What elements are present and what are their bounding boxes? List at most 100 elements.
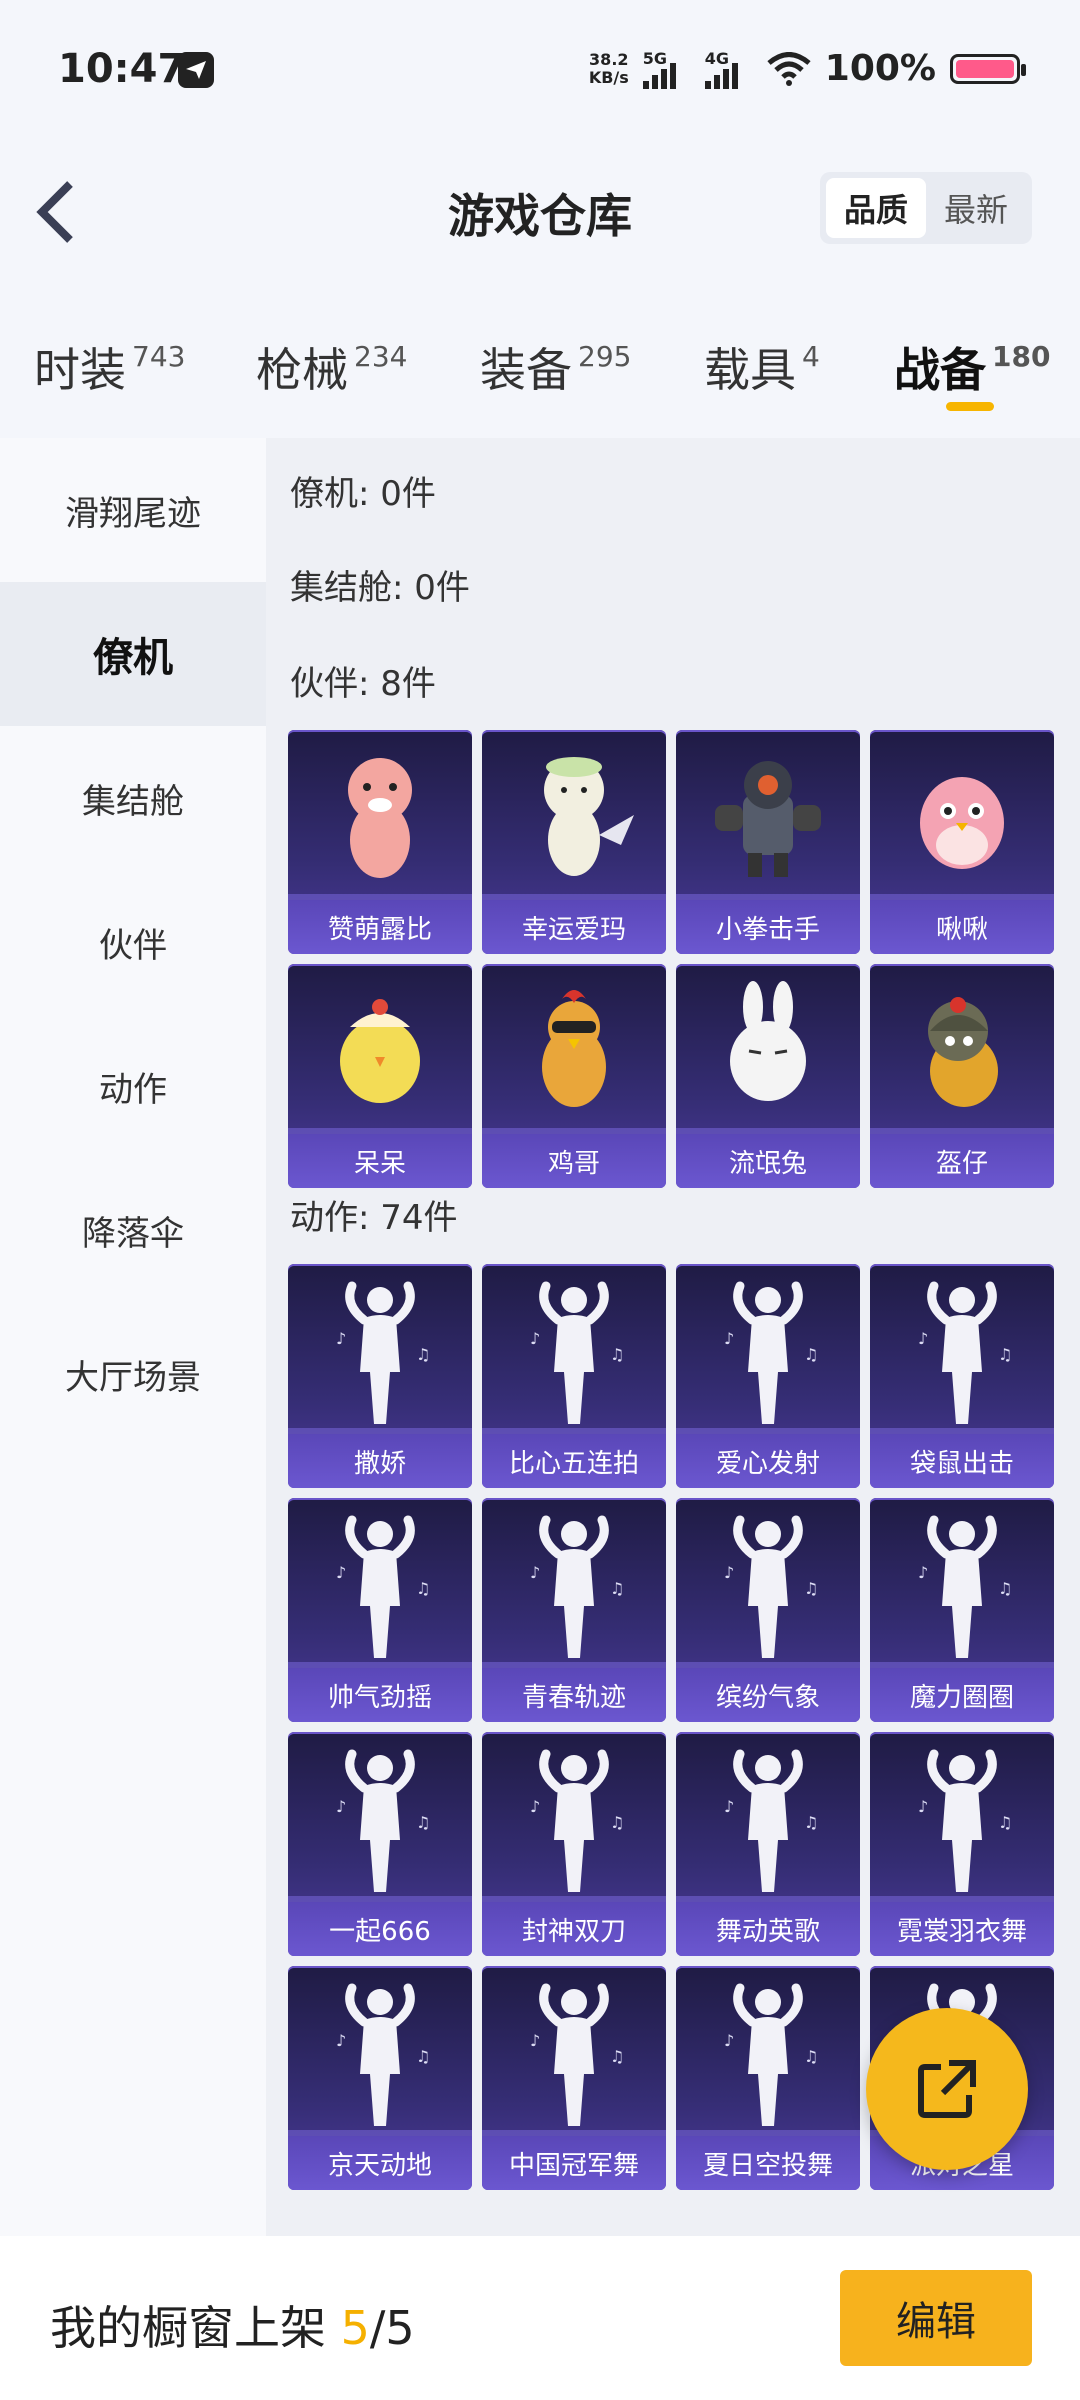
- share-button[interactable]: [866, 2008, 1028, 2170]
- sidebar-item-glide-trail[interactable]: 滑翔尾迹: [0, 438, 266, 582]
- item-card[interactable]: ♪ ♫ 爱心发射: [676, 1264, 860, 1488]
- item-card[interactable]: 盔仔: [870, 964, 1054, 1188]
- sort-toggle: 品质 最新: [820, 172, 1032, 244]
- tab-equipment[interactable]: 装备 295: [480, 334, 631, 400]
- svg-text:♪: ♪: [724, 1563, 734, 1582]
- item-card[interactable]: ♪ ♫ 撒娇: [288, 1264, 472, 1488]
- item-card[interactable]: ♪ ♫ 比心五连拍: [482, 1264, 666, 1488]
- item-card[interactable]: ♪ ♫ 京天动地: [288, 1966, 472, 2190]
- dance-pose-icon: ♪♫: [288, 1264, 472, 1434]
- svg-text:♫: ♫: [416, 1579, 430, 1598]
- svg-text:♪: ♪: [724, 1329, 734, 1348]
- svg-text:♪: ♪: [336, 1797, 346, 1816]
- signal-4g-icon: 4G: [704, 49, 753, 89]
- partner-figure-icon: [676, 964, 860, 1134]
- svg-text:♫: ♫: [610, 1345, 624, 1364]
- svg-text:♪: ♪: [918, 1563, 928, 1582]
- category-tabs: 时装 743 枪械 234 装备 295 载具 4 战备 180: [0, 320, 1080, 430]
- item-name: 封神双刀: [482, 1902, 666, 1956]
- item-card[interactable]: 幸运爱玛: [482, 730, 666, 954]
- svg-text:♪: ♪: [336, 1563, 346, 1582]
- signal-5g-icon: 5G: [642, 49, 691, 89]
- sidebar-item-action[interactable]: 动作: [0, 1014, 266, 1158]
- dance-pose-icon: ♪♫: [676, 1498, 860, 1668]
- svg-text:♪: ♪: [724, 1797, 734, 1816]
- dance-pose-icon: ♪♫: [870, 1498, 1054, 1668]
- item-name: 魔力圈圈: [870, 1668, 1054, 1722]
- partner-figure-icon: [482, 964, 666, 1134]
- item-name: 流氓兔: [676, 1134, 860, 1188]
- edit-button[interactable]: 编辑: [840, 2270, 1032, 2366]
- item-card[interactable]: 流氓兔: [676, 964, 860, 1188]
- tab-fashion[interactable]: 时装 743: [34, 334, 185, 400]
- item-name: 夏日空投舞: [676, 2136, 860, 2190]
- sort-quality[interactable]: 品质: [826, 178, 926, 238]
- send-icon: [178, 52, 214, 88]
- item-card[interactable]: 赞萌露比: [288, 730, 472, 954]
- item-card[interactable]: ♪ ♫ 一起666: [288, 1732, 472, 1956]
- item-name: 中国冠军舞: [482, 2136, 666, 2190]
- item-name: 撒娇: [288, 1434, 472, 1488]
- network-speed: 38.2 KB/s: [588, 49, 629, 87]
- sidebar-item-partner[interactable]: 伙伴: [0, 870, 266, 1014]
- item-name: 赞萌露比: [288, 900, 472, 954]
- section-capsule: 集结舱: 0件: [290, 568, 470, 608]
- svg-text:♫: ♫: [416, 1345, 430, 1364]
- svg-text:♪: ♪: [530, 1563, 540, 1582]
- wifi-icon: [767, 51, 811, 86]
- item-name: 鸡哥: [482, 1134, 666, 1188]
- svg-text:♫: ♫: [416, 1813, 430, 1832]
- svg-text:♫: ♫: [998, 1579, 1012, 1598]
- dance-pose-icon: ♪♫: [482, 1264, 666, 1434]
- item-card[interactable]: 小拳击手: [676, 730, 860, 954]
- status-time: 10:47: [58, 46, 186, 92]
- share-icon: [918, 2060, 976, 2118]
- svg-text:♫: ♫: [804, 1579, 818, 1598]
- svg-text:♪: ♪: [336, 1329, 346, 1348]
- item-card[interactable]: ♪ ♫ 中国冠军舞: [482, 1966, 666, 2190]
- item-name: 舞动英歌: [676, 1902, 860, 1956]
- dance-pose-icon: ♪♫: [288, 1498, 472, 1668]
- item-card[interactable]: 啾啾: [870, 730, 1054, 954]
- svg-text:♪: ♪: [918, 1329, 928, 1348]
- sort-latest[interactable]: 最新: [926, 178, 1026, 238]
- tab-guns[interactable]: 枪械 234: [256, 334, 407, 400]
- item-card[interactable]: ♪ ♫ 青春轨迹: [482, 1498, 666, 1722]
- item-name: 京天动地: [288, 2136, 472, 2190]
- item-card[interactable]: ♪ ♫ 舞动英歌: [676, 1732, 860, 1956]
- item-name: 青春轨迹: [482, 1668, 666, 1722]
- partner-figure-icon: [870, 730, 1054, 900]
- tab-vehicles[interactable]: 载具 4: [704, 334, 820, 400]
- item-card[interactable]: ♪ ♫ 魔力圈圈: [870, 1498, 1054, 1722]
- item-card[interactable]: ♪ ♫ 夏日空投舞: [676, 1966, 860, 2190]
- tab-combat-gear[interactable]: 战备 180: [894, 334, 1050, 400]
- sidebar-item-parachute[interactable]: 降落伞: [0, 1158, 266, 1302]
- item-card[interactable]: ♪ ♫ 缤纷气象: [676, 1498, 860, 1722]
- item-card[interactable]: ♪ ♫ 帅气劲摇: [288, 1498, 472, 1722]
- item-card[interactable]: ♪ ♫ 霓裳羽衣舞: [870, 1732, 1054, 1956]
- dance-pose-icon: ♪♫: [482, 1732, 666, 1902]
- partner-figure-icon: [676, 730, 860, 900]
- item-name: 缤纷气象: [676, 1668, 860, 1722]
- item-card[interactable]: ♪ ♫ 袋鼠出击: [870, 1264, 1054, 1488]
- dance-pose-icon: ♪♫: [482, 1498, 666, 1668]
- dance-pose-icon: ♪♫: [676, 1966, 860, 2136]
- item-name: 帅气劲摇: [288, 1668, 472, 1722]
- sidebar-item-lobby-scene[interactable]: 大厅场景: [0, 1302, 266, 1446]
- sidebar-item-capsule[interactable]: 集结舱: [0, 726, 266, 870]
- item-name: 啾啾: [870, 900, 1054, 954]
- svg-text:♪: ♪: [530, 1329, 540, 1348]
- item-name: 爱心发射: [676, 1434, 860, 1488]
- item-card[interactable]: 鸡哥: [482, 964, 666, 1188]
- item-card[interactable]: 呆呆: [288, 964, 472, 1188]
- item-name: 呆呆: [288, 1134, 472, 1188]
- item-name: 一起666: [288, 1902, 472, 1956]
- svg-text:♪: ♪: [530, 2031, 540, 2050]
- dance-pose-icon: ♪♫: [288, 1966, 472, 2136]
- svg-text:♫: ♫: [610, 1579, 624, 1598]
- bottom-bar: 我的橱窗上架 5/5 编辑: [0, 2236, 1080, 2400]
- svg-text:♫: ♫: [998, 1345, 1012, 1364]
- sidebar-item-wingman[interactable]: 僚机: [0, 582, 266, 726]
- item-card[interactable]: ♪ ♫ 封神双刀: [482, 1732, 666, 1956]
- partner-figure-icon: [288, 730, 472, 900]
